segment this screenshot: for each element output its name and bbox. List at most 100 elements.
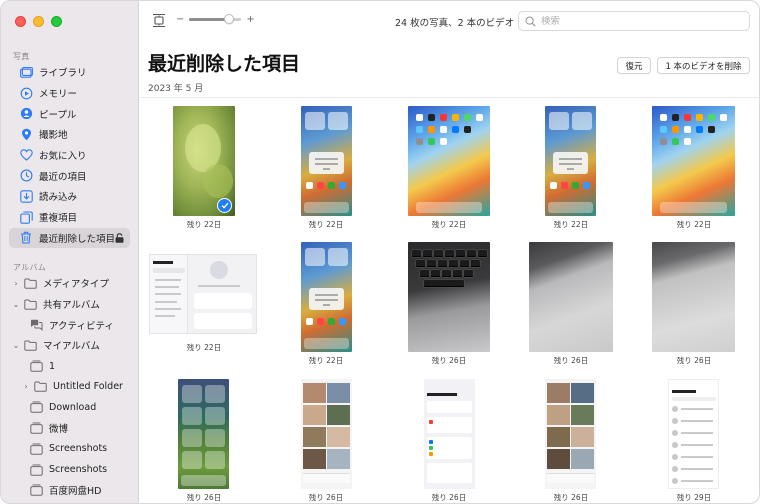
widget bbox=[305, 112, 325, 130]
sidebar-item-label: 読み込み bbox=[39, 192, 78, 204]
sidebar-item-favorites[interactable]: お気に入り bbox=[9, 145, 130, 166]
dock bbox=[181, 475, 226, 486]
photo-thumbnail[interactable] bbox=[173, 106, 235, 216]
photo-thumbnail[interactable] bbox=[668, 379, 719, 489]
zoom-slider[interactable] bbox=[189, 14, 242, 24]
photo-thumbnail[interactable] bbox=[545, 106, 596, 216]
widget bbox=[205, 429, 225, 447]
sidebar-item-screenshots-2[interactable]: Screenshots bbox=[9, 459, 130, 480]
dock bbox=[304, 202, 349, 213]
sidebar-item-screenshots[interactable]: Screenshots bbox=[9, 439, 130, 460]
sidebar-item-library[interactable]: ライブラリ bbox=[9, 62, 130, 83]
folder-icon bbox=[23, 276, 37, 290]
days-remaining-label: 残り 26日 bbox=[431, 356, 467, 365]
zoom-in-button[interactable]: + bbox=[246, 14, 254, 25]
search-icon bbox=[525, 12, 536, 31]
days-remaining-label: 残り 26日 bbox=[553, 356, 589, 365]
activity-icon bbox=[29, 318, 43, 332]
trash-icon bbox=[19, 231, 33, 245]
widget bbox=[572, 112, 592, 130]
sidebar-item-memories[interactable]: メモリー bbox=[9, 83, 130, 104]
widget bbox=[182, 451, 202, 469]
selected-check-icon bbox=[217, 198, 232, 213]
photo-thumbnail[interactable] bbox=[545, 379, 596, 489]
sidebar-item-label: Untitled Folder bbox=[53, 381, 123, 393]
photo-thumbnail[interactable] bbox=[301, 242, 352, 352]
slideshow-icon[interactable] bbox=[152, 13, 166, 32]
minimize-window-button[interactable] bbox=[33, 16, 44, 27]
sidebar-item-download[interactable]: Download bbox=[9, 397, 130, 418]
days-remaining-label: 残り 22日 bbox=[186, 220, 222, 229]
close-window-button[interactable] bbox=[15, 16, 26, 27]
sidebar-item-recents[interactable]: 最近の項目 bbox=[9, 165, 130, 186]
chevron-down-icon[interactable]: ⌄ bbox=[11, 300, 21, 309]
chevron-right-icon[interactable]: › bbox=[21, 382, 31, 391]
sidebar-item-media-types[interactable]: › メディアタイプ bbox=[9, 273, 130, 294]
days-remaining-label: 残り 22日 bbox=[308, 356, 344, 365]
photo-thumbnail[interactable] bbox=[149, 254, 257, 334]
days-remaining-label: 残り 26日 bbox=[308, 493, 344, 502]
dock bbox=[548, 202, 593, 213]
chevron-right-icon[interactable]: › bbox=[11, 279, 21, 288]
sidebar-item-label: 最近の項目 bbox=[39, 171, 87, 183]
sidebar-item-label: お気に入り bbox=[39, 151, 87, 163]
album-icon bbox=[29, 400, 43, 414]
sidebar-item-label: メディアタイプ bbox=[43, 279, 109, 291]
zoom-out-button[interactable]: − bbox=[176, 14, 184, 25]
days-remaining-label: 残り 29日 bbox=[676, 493, 712, 502]
photo-thumbnail[interactable] bbox=[178, 379, 229, 489]
sidebar-item-untitled-folder[interactable]: › Untitled Folder bbox=[9, 376, 130, 397]
widget bbox=[182, 385, 202, 403]
photo-thumbnail[interactable] bbox=[424, 379, 475, 489]
widget bbox=[205, 451, 225, 469]
sidebar-item-people[interactable]: ピープル bbox=[9, 103, 130, 124]
days-remaining-label: 残り 26日 bbox=[431, 493, 467, 502]
sidebar-item-recently-deleted[interactable]: 最近削除した項目 bbox=[9, 227, 130, 249]
page-title: 最近削除した項目 bbox=[148, 53, 301, 75]
delete-video-button[interactable]: 1 本のビデオを削除 bbox=[657, 57, 750, 74]
photo-thumbnail[interactable] bbox=[652, 242, 735, 352]
places-icon bbox=[19, 127, 33, 141]
photo-thumbnail[interactable] bbox=[529, 242, 613, 352]
section-date: 2023 年 5 月 bbox=[148, 84, 204, 94]
sidebar-item-my-albums[interactable]: ⌄ マイアルバム bbox=[9, 335, 130, 356]
photo-thumbnail[interactable] bbox=[408, 242, 490, 352]
sidebar-item-weibo[interactable]: 微博 bbox=[9, 418, 130, 439]
duplicates-icon bbox=[19, 210, 33, 224]
restore-button[interactable]: 復元 bbox=[617, 57, 651, 74]
album-icon bbox=[29, 442, 43, 456]
zoom-slider-knob[interactable] bbox=[223, 14, 234, 24]
sidebar-item-duplicates[interactable]: 重複項目 bbox=[9, 207, 130, 228]
photo-highlight bbox=[203, 164, 233, 198]
widget bbox=[328, 112, 348, 130]
photo-thumbnail[interactable] bbox=[301, 379, 352, 489]
sidebar-item-activity[interactable]: アクティビティ bbox=[9, 314, 130, 335]
window-controls bbox=[15, 16, 62, 27]
sidebar-item-label: マイアルバム bbox=[43, 341, 100, 353]
days-remaining-label: 残り 22日 bbox=[308, 220, 344, 229]
sidebar-item-places[interactable]: 撮影地 bbox=[9, 124, 130, 145]
widget bbox=[182, 429, 202, 447]
photo-thumbnail[interactable] bbox=[408, 106, 490, 216]
zoom-window-button[interactable] bbox=[51, 16, 62, 27]
days-remaining-label: 残り 22日 bbox=[553, 220, 589, 229]
photo-thumbnail[interactable] bbox=[652, 106, 735, 216]
album-icon bbox=[29, 483, 43, 497]
chevron-down-icon[interactable]: ⌄ bbox=[11, 341, 21, 350]
alert-dialog bbox=[309, 152, 344, 174]
days-remaining-label: 残り 26日 bbox=[676, 356, 712, 365]
sidebar-item-album-1[interactable]: 1 bbox=[9, 356, 130, 377]
search-field[interactable] bbox=[518, 11, 750, 31]
sidebar-item-label: Screenshots bbox=[49, 443, 108, 455]
sidebar-item-label: 共有アルバム bbox=[43, 300, 100, 312]
photo-thumbnail[interactable] bbox=[301, 106, 352, 216]
days-remaining-label: 残り 26日 bbox=[186, 493, 222, 502]
sidebar-item-baidu-netdisk[interactable]: 百度网盘HD bbox=[9, 480, 130, 501]
zoom-control: − + bbox=[176, 14, 255, 25]
sidebar-item-label: 微博 bbox=[49, 424, 69, 436]
widget bbox=[205, 385, 225, 403]
sidebar-item-shared-albums[interactable]: ⌄ 共有アルバム bbox=[9, 294, 130, 315]
photos-window: 写真 ライブラリ メモリー ピープル 撮影地 お気に入り 最近の項目 読み込み … bbox=[0, 0, 760, 504]
sidebar-item-imports[interactable]: 読み込み bbox=[9, 186, 130, 207]
search-input[interactable] bbox=[541, 15, 721, 27]
